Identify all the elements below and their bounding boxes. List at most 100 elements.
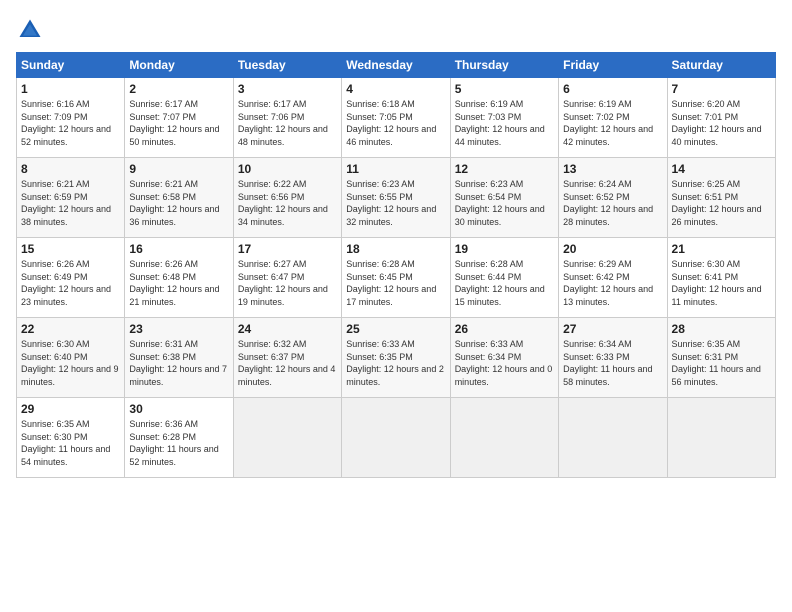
cell-content: Sunrise: 6:31 AMSunset: 6:38 PMDaylight:… xyxy=(129,339,227,387)
calendar-cell: 12 Sunrise: 6:23 AMSunset: 6:54 PMDaylig… xyxy=(450,158,558,238)
logo xyxy=(16,16,48,44)
calendar-cell: 19 Sunrise: 6:28 AMSunset: 6:44 PMDaylig… xyxy=(450,238,558,318)
day-number: 6 xyxy=(563,82,662,96)
cell-content: Sunrise: 6:17 AMSunset: 7:06 PMDaylight:… xyxy=(238,99,328,147)
logo-icon xyxy=(16,16,44,44)
calendar-cell: 10 Sunrise: 6:22 AMSunset: 6:56 PMDaylig… xyxy=(233,158,341,238)
cell-content: Sunrise: 6:34 AMSunset: 6:33 PMDaylight:… xyxy=(563,339,652,387)
day-number: 19 xyxy=(455,242,554,256)
header-cell-sunday: Sunday xyxy=(17,53,125,78)
calendar-cell: 29 Sunrise: 6:35 AMSunset: 6:30 PMDaylig… xyxy=(17,398,125,478)
calendar-cell: 26 Sunrise: 6:33 AMSunset: 6:34 PMDaylig… xyxy=(450,318,558,398)
calendar-cell: 1 Sunrise: 6:16 AMSunset: 7:09 PMDayligh… xyxy=(17,78,125,158)
header-cell-friday: Friday xyxy=(559,53,667,78)
cell-content: Sunrise: 6:32 AMSunset: 6:37 PMDaylight:… xyxy=(238,339,336,387)
cell-content: Sunrise: 6:35 AMSunset: 6:30 PMDaylight:… xyxy=(21,419,110,467)
header-row: SundayMondayTuesdayWednesdayThursdayFrid… xyxy=(17,53,776,78)
cell-content: Sunrise: 6:24 AMSunset: 6:52 PMDaylight:… xyxy=(563,179,653,227)
day-number: 15 xyxy=(21,242,120,256)
calendar-cell: 7 Sunrise: 6:20 AMSunset: 7:01 PMDayligh… xyxy=(667,78,775,158)
calendar-cell: 24 Sunrise: 6:32 AMSunset: 6:37 PMDaylig… xyxy=(233,318,341,398)
cell-content: Sunrise: 6:21 AMSunset: 6:58 PMDaylight:… xyxy=(129,179,219,227)
calendar-cell: 5 Sunrise: 6:19 AMSunset: 7:03 PMDayligh… xyxy=(450,78,558,158)
day-number: 18 xyxy=(346,242,445,256)
calendar-table: SundayMondayTuesdayWednesdayThursdayFrid… xyxy=(16,52,776,478)
day-number: 10 xyxy=(238,162,337,176)
day-number: 12 xyxy=(455,162,554,176)
calendar-cell: 21 Sunrise: 6:30 AMSunset: 6:41 PMDaylig… xyxy=(667,238,775,318)
day-number: 4 xyxy=(346,82,445,96)
day-number: 16 xyxy=(129,242,228,256)
calendar-cell: 4 Sunrise: 6:18 AMSunset: 7:05 PMDayligh… xyxy=(342,78,450,158)
cell-content: Sunrise: 6:36 AMSunset: 6:28 PMDaylight:… xyxy=(129,419,218,467)
day-number: 5 xyxy=(455,82,554,96)
calendar-cell xyxy=(233,398,341,478)
calendar-cell: 3 Sunrise: 6:17 AMSunset: 7:06 PMDayligh… xyxy=(233,78,341,158)
week-row-2: 15 Sunrise: 6:26 AMSunset: 6:49 PMDaylig… xyxy=(17,238,776,318)
day-number: 3 xyxy=(238,82,337,96)
week-row-3: 22 Sunrise: 6:30 AMSunset: 6:40 PMDaylig… xyxy=(17,318,776,398)
header-cell-thursday: Thursday xyxy=(450,53,558,78)
calendar-cell: 6 Sunrise: 6:19 AMSunset: 7:02 PMDayligh… xyxy=(559,78,667,158)
day-number: 14 xyxy=(672,162,771,176)
calendar-cell: 15 Sunrise: 6:26 AMSunset: 6:49 PMDaylig… xyxy=(17,238,125,318)
day-number: 30 xyxy=(129,402,228,416)
page: SundayMondayTuesdayWednesdayThursdayFrid… xyxy=(0,0,792,612)
day-number: 20 xyxy=(563,242,662,256)
header xyxy=(16,16,776,44)
header-cell-monday: Monday xyxy=(125,53,233,78)
calendar-cell: 27 Sunrise: 6:34 AMSunset: 6:33 PMDaylig… xyxy=(559,318,667,398)
calendar-cell: 11 Sunrise: 6:23 AMSunset: 6:55 PMDaylig… xyxy=(342,158,450,238)
cell-content: Sunrise: 6:23 AMSunset: 6:55 PMDaylight:… xyxy=(346,179,436,227)
cell-content: Sunrise: 6:30 AMSunset: 6:41 PMDaylight:… xyxy=(672,259,762,307)
calendar-cell: 14 Sunrise: 6:25 AMSunset: 6:51 PMDaylig… xyxy=(667,158,775,238)
cell-content: Sunrise: 6:28 AMSunset: 6:44 PMDaylight:… xyxy=(455,259,545,307)
day-number: 1 xyxy=(21,82,120,96)
calendar-cell: 18 Sunrise: 6:28 AMSunset: 6:45 PMDaylig… xyxy=(342,238,450,318)
cell-content: Sunrise: 6:23 AMSunset: 6:54 PMDaylight:… xyxy=(455,179,545,227)
day-number: 22 xyxy=(21,322,120,336)
day-number: 8 xyxy=(21,162,120,176)
cell-content: Sunrise: 6:22 AMSunset: 6:56 PMDaylight:… xyxy=(238,179,328,227)
day-number: 24 xyxy=(238,322,337,336)
cell-content: Sunrise: 6:29 AMSunset: 6:42 PMDaylight:… xyxy=(563,259,653,307)
day-number: 13 xyxy=(563,162,662,176)
calendar-cell: 17 Sunrise: 6:27 AMSunset: 6:47 PMDaylig… xyxy=(233,238,341,318)
calendar-cell: 20 Sunrise: 6:29 AMSunset: 6:42 PMDaylig… xyxy=(559,238,667,318)
day-number: 27 xyxy=(563,322,662,336)
week-row-0: 1 Sunrise: 6:16 AMSunset: 7:09 PMDayligh… xyxy=(17,78,776,158)
calendar-cell xyxy=(559,398,667,478)
cell-content: Sunrise: 6:33 AMSunset: 6:35 PMDaylight:… xyxy=(346,339,444,387)
calendar-cell: 28 Sunrise: 6:35 AMSunset: 6:31 PMDaylig… xyxy=(667,318,775,398)
calendar-cell: 9 Sunrise: 6:21 AMSunset: 6:58 PMDayligh… xyxy=(125,158,233,238)
calendar-cell: 23 Sunrise: 6:31 AMSunset: 6:38 PMDaylig… xyxy=(125,318,233,398)
day-number: 17 xyxy=(238,242,337,256)
cell-content: Sunrise: 6:35 AMSunset: 6:31 PMDaylight:… xyxy=(672,339,761,387)
cell-content: Sunrise: 6:27 AMSunset: 6:47 PMDaylight:… xyxy=(238,259,328,307)
calendar-cell: 30 Sunrise: 6:36 AMSunset: 6:28 PMDaylig… xyxy=(125,398,233,478)
header-cell-wednesday: Wednesday xyxy=(342,53,450,78)
calendar-cell xyxy=(450,398,558,478)
cell-content: Sunrise: 6:26 AMSunset: 6:49 PMDaylight:… xyxy=(21,259,111,307)
day-number: 28 xyxy=(672,322,771,336)
calendar-cell: 13 Sunrise: 6:24 AMSunset: 6:52 PMDaylig… xyxy=(559,158,667,238)
day-number: 2 xyxy=(129,82,228,96)
calendar-cell: 16 Sunrise: 6:26 AMSunset: 6:48 PMDaylig… xyxy=(125,238,233,318)
cell-content: Sunrise: 6:28 AMSunset: 6:45 PMDaylight:… xyxy=(346,259,436,307)
cell-content: Sunrise: 6:33 AMSunset: 6:34 PMDaylight:… xyxy=(455,339,553,387)
day-number: 11 xyxy=(346,162,445,176)
header-cell-saturday: Saturday xyxy=(667,53,775,78)
calendar-cell: 22 Sunrise: 6:30 AMSunset: 6:40 PMDaylig… xyxy=(17,318,125,398)
cell-content: Sunrise: 6:20 AMSunset: 7:01 PMDaylight:… xyxy=(672,99,762,147)
cell-content: Sunrise: 6:17 AMSunset: 7:07 PMDaylight:… xyxy=(129,99,219,147)
cell-content: Sunrise: 6:25 AMSunset: 6:51 PMDaylight:… xyxy=(672,179,762,227)
cell-content: Sunrise: 6:21 AMSunset: 6:59 PMDaylight:… xyxy=(21,179,111,227)
week-row-4: 29 Sunrise: 6:35 AMSunset: 6:30 PMDaylig… xyxy=(17,398,776,478)
day-number: 9 xyxy=(129,162,228,176)
week-row-1: 8 Sunrise: 6:21 AMSunset: 6:59 PMDayligh… xyxy=(17,158,776,238)
header-cell-tuesday: Tuesday xyxy=(233,53,341,78)
calendar-cell: 8 Sunrise: 6:21 AMSunset: 6:59 PMDayligh… xyxy=(17,158,125,238)
day-number: 25 xyxy=(346,322,445,336)
calendar-cell: 25 Sunrise: 6:33 AMSunset: 6:35 PMDaylig… xyxy=(342,318,450,398)
day-number: 23 xyxy=(129,322,228,336)
